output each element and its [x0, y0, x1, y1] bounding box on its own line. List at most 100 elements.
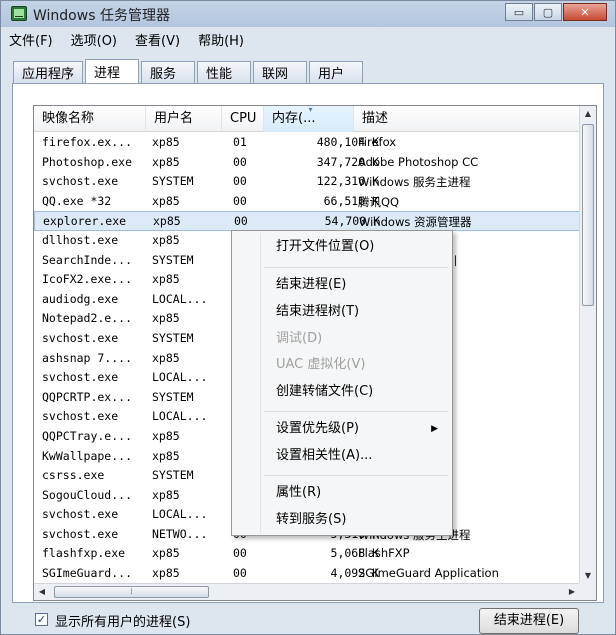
process-image-name: svchost.exe — [42, 507, 119, 522]
end-process-button[interactable]: 结束进程(E) — [479, 608, 579, 634]
vertical-scrollbar[interactable]: ▲ ▼ — [579, 106, 596, 584]
process-user-name: xp85 — [152, 232, 180, 247]
tab-processes[interactable]: 进程 — [85, 59, 140, 83]
process-image-name: explorer.exe — [43, 214, 127, 229]
menu-item-end-process-tree[interactable]: 结束进程树(T) — [276, 302, 359, 322]
process-user-name: xp85 — [152, 272, 180, 287]
task-manager-window: Windows 任务管理器 ▭ ▢ ✕ 文件(F) 选项(O) 查看(V) 帮助… — [0, 0, 616, 635]
horizontal-scroll-thumb[interactable]: ⁞ — [54, 586, 209, 598]
menu-options[interactable]: 选项(O) — [71, 30, 117, 49]
process-user-name: xp85 — [152, 448, 180, 463]
column-description[interactable]: 描述 — [354, 106, 580, 132]
menu-separator — [264, 475, 448, 476]
menu-item-set-priority[interactable]: 设置优先级(P) — [276, 419, 359, 439]
column-header-bar: 映像名称 用户名 CPU ▾ 内存(... 描述 — [34, 106, 580, 132]
process-user-name: LOCAL... — [152, 507, 208, 522]
process-image-name: flashfxp.exe — [42, 546, 126, 561]
show-all-users-label[interactable]: 显示所有用户的进程(S) — [55, 611, 190, 630]
process-row[interactable]: explorer.exe xp85 00 54,700 K Windows 资源管理器 — [34, 211, 580, 231]
process-user-name: xp85 — [152, 154, 180, 169]
process-user-name: xp85 — [152, 350, 180, 365]
task-manager-app-icon — [11, 6, 27, 21]
maximize-button[interactable]: ▢ — [534, 3, 562, 21]
process-image-name: dllhost.exe — [42, 232, 119, 247]
process-user-name: xp85 — [152, 193, 180, 208]
menu-help[interactable]: 帮助(H) — [198, 30, 244, 49]
process-row[interactable]: Photoshop.exe xp85 00 347,720 K Adobe Photos… — [34, 153, 580, 173]
process-user-name: SYSTEM — [152, 468, 194, 483]
process-row[interactable]: SGImeGuard... xp85 00 4,092 K SGImeGuard App… — [34, 564, 580, 584]
process-image-name: SogouCloud... — [42, 487, 133, 502]
process-user-name: xp85 — [152, 311, 180, 326]
process-image-name: svchost.exe — [42, 174, 119, 189]
menu-item-set-affinity[interactable]: 设置相关性(A)... — [276, 446, 372, 466]
menu-view[interactable]: 查看(V) — [135, 30, 180, 49]
column-user-name[interactable]: 用户名 — [146, 106, 222, 132]
close-button[interactable]: ✕ — [563, 3, 607, 21]
scroll-up-icon[interactable]: ▲ — [580, 106, 596, 122]
process-description: Windows 服务主进程 — [358, 175, 471, 190]
process-user-name: SYSTEM — [152, 174, 194, 189]
process-user-name: LOCAL... — [152, 291, 208, 306]
context-menu: 打开文件位置(O) 结束进程(E) 结束进程树(T) 调试(D) UAC 虚拟化… — [231, 230, 453, 536]
process-description: SGImeGuard Application — [358, 566, 499, 581]
scroll-right-icon[interactable]: ▶ — [564, 584, 580, 600]
process-user-name: xp85 — [152, 566, 180, 581]
menu-item-create-dump-file[interactable]: 创建转储文件(C) — [276, 382, 373, 402]
tab-networking[interactable]: 联网 — [253, 61, 308, 83]
process-image-name: svchost.exe — [42, 330, 119, 345]
process-image-name: svchost.exe — [42, 526, 119, 541]
process-user-name: xp85 — [152, 428, 180, 443]
process-user-name: xp85 — [153, 214, 181, 229]
show-all-users-checkbox[interactable]: ✓ — [35, 613, 48, 626]
process-image-name: svchost.exe — [42, 370, 119, 385]
process-user-name: SYSTEM — [152, 389, 194, 404]
menu-separator — [264, 267, 448, 268]
process-row[interactable]: flashfxp.exe xp85 00 5,068 K FlashFXP — [34, 544, 580, 564]
process-user-name: SYSTEM — [152, 252, 194, 267]
process-user-name: LOCAL... — [152, 370, 208, 385]
process-image-name: ashsnap 7.... — [42, 350, 133, 365]
process-description: Windows 资源管理器 — [359, 215, 472, 230]
process-image-name: svchost.exe — [42, 409, 119, 424]
column-image-name[interactable]: 映像名称 — [34, 106, 146, 132]
menu-item-debug: 调试(D) — [276, 331, 323, 346]
scroll-down-icon[interactable]: ▼ — [580, 568, 596, 584]
process-user-name: LOCAL... — [152, 409, 208, 424]
process-row[interactable]: svchost.exe SYSTEM 00 122,316 K Windows 服务主进… — [34, 172, 580, 192]
process-description: FlashFXP — [358, 546, 410, 561]
tab-applications[interactable]: 应用程序 — [13, 61, 84, 83]
scroll-corner — [579, 583, 596, 600]
process-row[interactable]: firefox.ex... xp85 01 480,104 K Firefox — [34, 133, 580, 153]
menu-separator — [264, 411, 448, 412]
menu-item-uac-virtualization: UAC 虚拟化(V) — [276, 357, 366, 372]
process-image-name: KwWallpape... — [42, 448, 133, 463]
process-description: Adobe Photoshop CC — [358, 154, 479, 169]
menu-item-properties[interactable]: 属性(R) — [276, 483, 321, 503]
process-user-name: NETWO... — [152, 526, 208, 541]
process-image-name: SearchInde... — [42, 252, 133, 267]
tab-performance[interactable]: 性能 — [197, 61, 252, 83]
tab-users[interactable]: 用户 — [309, 61, 364, 83]
vertical-scroll-thumb[interactable] — [582, 124, 594, 306]
tab-strip: 应用程序 进程 服务 性能 联网 用户 — [13, 59, 365, 83]
window-controls: ▭ ▢ ✕ — [505, 3, 607, 21]
window-title: Windows 任务管理器 — [33, 8, 170, 24]
menu-item-end-process[interactable]: 结束进程(E) — [276, 275, 346, 295]
process-image-name: Notepad2.e... — [42, 311, 133, 326]
title-bar[interactable]: Windows 任务管理器 ▭ ▢ ✕ — [1, 1, 615, 27]
minimize-button[interactable]: ▭ — [505, 3, 533, 21]
menu-file[interactable]: 文件(F) — [9, 30, 53, 49]
tab-services[interactable]: 服务 — [141, 61, 196, 83]
process-row[interactable]: QQ.exe *32 xp85 00 66,516 K 腾讯QQ — [34, 192, 580, 212]
menu-item-go-to-service[interactable]: 转到服务(S) — [276, 510, 346, 530]
scroll-left-icon[interactable]: ◀ — [34, 584, 50, 600]
menu-item-open-file-location[interactable]: 打开文件位置(O) — [276, 237, 374, 257]
horizontal-scrollbar[interactable]: ◀ ⁞ ▶ — [34, 583, 580, 600]
bottom-bar: ✓ 显示所有用户的进程(S) 结束进程(E) — [1, 605, 615, 635]
process-image-name: QQPCRTP.ex... — [42, 389, 133, 404]
column-cpu[interactable]: CPU — [222, 106, 264, 132]
submenu-arrow-icon: ▶ — [431, 424, 438, 434]
column-memory[interactable]: ▾ 内存(... — [264, 106, 354, 132]
process-image-name: IcoFX2.exe... — [42, 272, 133, 287]
